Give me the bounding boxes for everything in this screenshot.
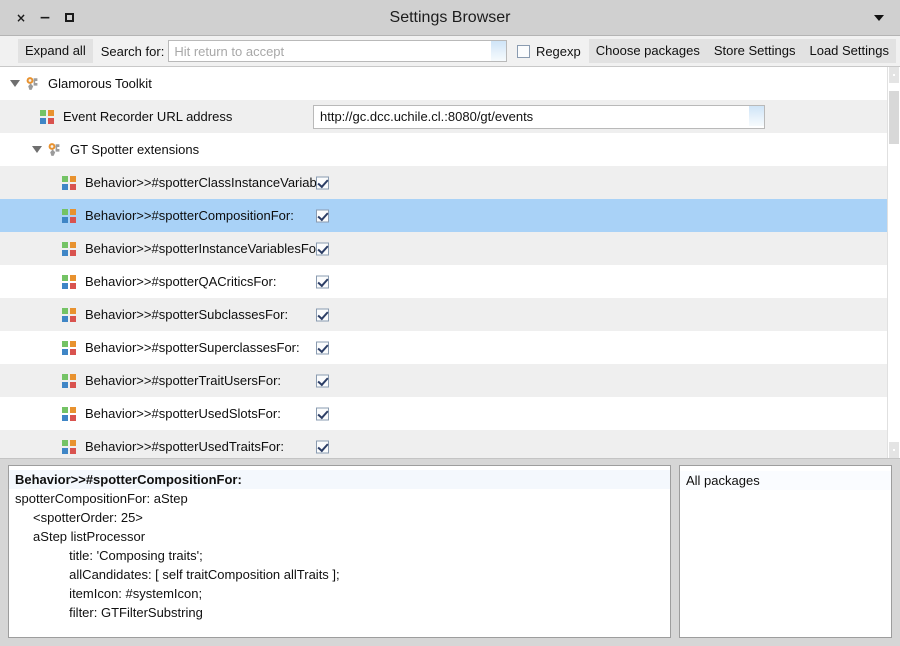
- tree-row-label: Behavior>>#spotterSubclassesFor:: [85, 307, 289, 322]
- tree-row-label: Glamorous Toolkit: [48, 76, 152, 91]
- setting-checkbox[interactable]: [316, 242, 329, 255]
- event-recorder-url-input[interactable]: [313, 104, 765, 129]
- tree-row-label: Behavior>>#spotterSuperclassesFor:: [85, 340, 300, 355]
- source-code-line: title: 'Composing traits';: [15, 548, 203, 563]
- search-field-wrapper: [168, 40, 507, 62]
- tree-row[interactable]: Behavior>>#spotterSuperclassesFor:: [0, 331, 888, 364]
- tree-row-checkbox-cell: [316, 242, 329, 255]
- disclosure-triangle-icon[interactable]: [10, 80, 20, 87]
- tree-row-checkbox-cell: [316, 275, 329, 288]
- settings-tree: Glamorous Toolkit Event Recorder URL addr…: [0, 67, 900, 459]
- setting-checkbox[interactable]: [316, 407, 329, 420]
- load-settings-button[interactable]: Load Settings: [802, 38, 896, 64]
- grid-icon: [40, 109, 56, 125]
- close-icon[interactable]: ×: [14, 11, 28, 25]
- source-code-line: <spotterOrder: 25>: [15, 510, 143, 525]
- tree-row-label: Behavior>>#spotterClassInstanceVariable: [85, 175, 327, 190]
- settings-tree-rows: Glamorous Toolkit Event Recorder URL addr…: [0, 67, 888, 458]
- source-code-line: itemIcon: #systemIcon;: [15, 586, 203, 601]
- setting-checkbox[interactable]: [316, 209, 329, 222]
- grid-icon: [62, 307, 78, 323]
- tree-row[interactable]: Behavior>>#spotterTraitUsersFor:: [0, 364, 888, 397]
- tree-row-label: Behavior>>#spotterQACriticsFor:: [85, 274, 277, 289]
- scroll-up-button[interactable]: [889, 67, 899, 83]
- grid-icon: [62, 340, 78, 356]
- grid-icon: [62, 274, 78, 290]
- source-code-line: spotterCompositionFor: aStep: [15, 491, 188, 506]
- tree-vertical-scrollbar[interactable]: [887, 67, 900, 458]
- package-list-item[interactable]: All packages: [680, 471, 891, 490]
- tree-row-checkbox-cell: [316, 209, 329, 222]
- tree-row-checkbox-cell: [316, 341, 329, 354]
- tree-row[interactable]: Behavior>>#spotterInstanceVariablesFor:: [0, 232, 888, 265]
- source-code-line: allCandidates: [ self traitComposition a…: [15, 567, 340, 582]
- tree-row-checkbox-cell: [316, 440, 329, 453]
- window-controls: × −: [0, 11, 76, 25]
- scroll-down-button[interactable]: [889, 442, 899, 458]
- toolbar: Expand all Search for: Regexp Choose pac…: [0, 35, 900, 67]
- disclosure-triangle-icon[interactable]: [32, 146, 42, 153]
- choose-packages-button[interactable]: Choose packages: [588, 38, 707, 64]
- tree-row[interactable]: Glamorous Toolkit: [0, 67, 888, 100]
- source-code-pane[interactable]: Behavior>>#spotterCompositionFor: spotter…: [8, 465, 671, 638]
- expand-all-button[interactable]: Expand all: [18, 38, 93, 64]
- search-input[interactable]: [168, 40, 507, 62]
- tree-row[interactable]: Behavior>>#spotterSubclassesFor:: [0, 298, 888, 331]
- wrench-icon: [47, 142, 63, 158]
- tree-row-label: Event Recorder URL address: [63, 109, 233, 124]
- tree-row-checkbox-cell: [316, 407, 329, 420]
- store-settings-button[interactable]: Store Settings: [706, 38, 803, 64]
- grid-icon: [62, 406, 78, 422]
- tree-row-checkbox-cell: [316, 176, 329, 189]
- minimize-icon[interactable]: −: [38, 11, 52, 25]
- source-code-text: Behavior>>#spotterCompositionFor: spotter…: [9, 466, 670, 622]
- tree-row[interactable]: Behavior>>#spotterUsedSlotsFor:: [0, 397, 888, 430]
- bottom-panes: Behavior>>#spotterCompositionFor: spotter…: [0, 459, 900, 646]
- maximize-icon[interactable]: [62, 11, 76, 25]
- grid-icon: [62, 208, 78, 224]
- tree-row[interactable]: Behavior>>#spotterClassInstanceVariable: [0, 166, 888, 199]
- maximize-square: [64, 13, 74, 22]
- grid-icon: [62, 175, 78, 191]
- setting-checkbox[interactable]: [316, 440, 329, 453]
- setting-checkbox[interactable]: [316, 374, 329, 387]
- window-title: Settings Browser: [389, 8, 511, 26]
- tree-row[interactable]: Behavior>>#spotterUsedTraitsFor:: [0, 430, 888, 458]
- tree-row-label: Behavior>>#spotterUsedSlotsFor:: [85, 406, 281, 421]
- grid-icon: [62, 241, 78, 257]
- tree-row[interactable]: Event Recorder URL address: [0, 100, 888, 133]
- search-label: Search for:: [100, 43, 165, 59]
- wrench-icon: [25, 76, 41, 92]
- scroll-thumb[interactable]: [889, 91, 899, 144]
- tree-row-label: GT Spotter extensions: [70, 142, 200, 157]
- setting-checkbox[interactable]: [316, 176, 329, 189]
- tree-row-label: Behavior>>#spotterInstanceVariablesFor:: [85, 241, 324, 256]
- regexp-label: Regexp: [535, 43, 581, 59]
- tree-row[interactable]: GT Spotter extensions: [0, 133, 888, 166]
- tree-row-checkbox-cell: [316, 308, 329, 321]
- setting-checkbox[interactable]: [316, 275, 329, 288]
- grid-icon: [62, 373, 78, 389]
- tree-row[interactable]: Behavior>>#spotterQACriticsFor:: [0, 265, 888, 298]
- packages-pane[interactable]: All packages: [679, 465, 892, 638]
- source-code-line: aStep listProcessor: [15, 529, 146, 544]
- setting-checkbox[interactable]: [316, 341, 329, 354]
- tree-row-label: Behavior>>#spotterCompositionFor:: [85, 208, 294, 223]
- toolbar-right-group: Choose packages Store Settings Load Sett…: [588, 38, 896, 64]
- tree-row-label: Behavior>>#spotterTraitUsersFor:: [85, 373, 282, 388]
- setting-checkbox[interactable]: [316, 308, 329, 321]
- source-code-line: Behavior>>#spotterCompositionFor:: [9, 470, 670, 489]
- regexp-checkbox[interactable]: [516, 44, 530, 58]
- settings-browser-window: × − Settings Browser Expand all Search f…: [0, 0, 900, 646]
- tree-row-field-cell: [313, 104, 765, 129]
- chevron-down-icon[interactable]: [874, 14, 884, 21]
- regexp-checkbox-row[interactable]: Regexp: [516, 43, 581, 59]
- tree-row-checkbox-cell: [316, 374, 329, 387]
- packages-list: All packages: [680, 466, 891, 490]
- tree-row-label: Behavior>>#spotterUsedTraitsFor:: [85, 439, 284, 454]
- title-bar: × − Settings Browser: [0, 0, 900, 35]
- grid-icon: [62, 439, 78, 455]
- source-code-line: filter: GTFilterSubstring: [15, 605, 203, 620]
- tree-row[interactable]: Behavior>>#spotterCompositionFor:: [0, 199, 888, 232]
